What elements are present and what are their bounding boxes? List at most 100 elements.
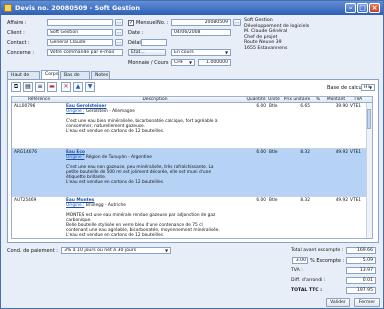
row-tva: VTE1 [350,198,362,203]
row-reference: AUT25469 [14,198,37,203]
tab-notes[interactable]: Notes [91,71,110,79]
mensuel-label: Mensuel [136,20,157,26]
description-line: L'eau est vendue en cartons de 12 boutei… [66,129,165,134]
tab-bas-de-page[interactable]: Bas de page [60,71,90,85]
row-unit: Btle [269,198,278,203]
base-calcul-select[interactable]: HT ▼ [361,84,375,91]
escompte-value: 5.09 [346,257,376,264]
total-ttc-label: TOTAL TTC : [291,288,323,293]
add-icon[interactable]: ≡ [35,82,45,92]
escompte-pct-field[interactable]: 3.00 [292,257,308,264]
tab-haut-de-page[interactable]: Haut de page [7,71,40,85]
monnaie-label: Monnaie / Cours : [128,60,172,66]
total-avant-label: Total avant escompte : [291,248,344,253]
table-row[interactable]: ALL00796 Eau Gerolsteiner Origine : Gero… [12,103,372,149]
delete-icon[interactable]: ▬ [47,82,57,92]
tab-corps[interactable]: Corps [41,70,59,79]
chevron-down-icon: ▼ [164,248,169,253]
row-description: Eau Gerolsteiner Origine : Gerolstein - … [66,104,244,134]
etat-select[interactable]: En cours ▼ [171,49,231,56]
date-field[interactable]: 04/06/2008 [171,29,231,36]
origin-value: Région de Tunuyán - Argentine [85,155,152,160]
row-quantity: 6.00 [256,104,266,109]
maximize-button[interactable]: □ [357,3,368,13]
row-reference: ARG14676 [14,150,37,155]
fermer-button[interactable]: Fermer [354,298,380,307]
grid-scroll-thumb[interactable] [367,109,371,129]
origin-value: Brixlegg - Autriche [85,203,126,208]
concerne-field[interactable]: Votre commande par e-mail [47,49,123,56]
etat-button[interactable]: Etat... [128,49,166,56]
devis-window: Devis no. 20080509 - Soft Gestion – □ × … [0,0,384,309]
duplicate-icon[interactable]: ⧉ [11,82,21,92]
description-line: L'eau est vendue en cartons de 12 boutei… [66,233,165,238]
row-description: Eau Montes Origine : Brixlegg - Autriche… [66,198,244,238]
minimize-button[interactable]: – [345,3,356,13]
row-quantity: 6.00 [256,198,266,203]
close-button[interactable]: × [369,3,380,13]
row-tva: VTE1 [350,104,362,109]
remove-icon[interactable]: ✕ [61,82,71,92]
affaire-lookup-button[interactable]: … [115,19,123,26]
contact-label: Contact : [7,40,30,46]
client-field[interactable]: Soft Gestion [47,29,113,36]
monnaie-select[interactable]: CHF ▼ [171,59,195,66]
row-price: 8.32 [300,150,310,155]
move-down-icon[interactable]: ▼ [85,82,95,92]
contact-field[interactable]: Général Claude [47,39,113,46]
tva-value: 13.97 [346,267,376,274]
row-quantity: 6.00 [256,150,266,155]
mensuel-checkbox[interactable]: ✓ [128,20,134,26]
address-button[interactable]: … [233,19,241,26]
valider-button[interactable]: Valider [326,298,350,307]
row-price: 8.32 [300,198,310,203]
diff-label: Diff. d'arrondi : [291,278,326,283]
row-reference: ALL00796 [14,104,36,109]
date-label: Date : [128,30,144,36]
payment-label: Cond. de paiement : [7,248,58,254]
client-label: Client : [7,30,25,36]
chevron-down-icon: ▼ [224,50,229,55]
diff-value: 0.01 [346,277,376,284]
client-lookup-button[interactable]: … [115,29,123,36]
affaire-field[interactable] [47,19,113,26]
row-tva: VTE1 [350,150,362,155]
contact-lookup-button[interactable]: … [115,39,123,46]
row-unit: Btle [269,104,278,109]
description-line: L'eau est vendue en cartons de 12 boutei… [66,180,165,185]
move-up-icon[interactable]: ▲ [73,82,83,92]
row-description: Eau Eco Origine : Région de Tunuyán - Ar… [66,150,244,185]
no-field[interactable]: 20080509 [171,19,231,26]
row-price: 6.65 [300,104,310,109]
window-title: Devis no. 20080509 - Soft Gestion [15,4,141,12]
title-bar: Devis no. 20080509 - Soft Gestion – □ × [1,1,383,15]
affaire-label: Affaire : [7,20,27,26]
row-amount: 49.92 [335,198,348,203]
row-amount: 39.90 [335,104,348,109]
table-row[interactable]: AUT25469 Eau Montes Origine : Brixlegg -… [12,197,372,238]
address-block: Soft Gestion Développement de logiciels … [244,18,374,51]
cours-field[interactable]: 1.000000 [198,59,231,66]
lines-grid[interactable]: Référence Description Quantité Unité Pri… [11,96,373,239]
concerne-label: Concerne : [7,50,35,56]
total-avant-value: 169.66 [346,247,376,254]
escompte-label: % Escompte : [310,258,345,264]
etat-value: En cours [174,50,194,55]
table-row[interactable]: ARG14676 Eau Eco Origine : Région de Tun… [12,149,372,197]
payment-select[interactable]: 3% à 10 jours ou net à 30 jours ▼ [61,247,171,254]
app-icon [4,4,12,12]
monnaie-value: CHF [174,60,184,65]
insert-icon[interactable]: ▤ [23,82,33,92]
origin-value: Gerolstein - Allemagne [85,109,135,114]
origin-label: Origine : [66,109,85,114]
delai-field[interactable] [141,39,167,46]
payment-value: 3% à 10 jours ou net à 30 jours [64,248,137,253]
total-ttc-value: 197.95 [346,287,376,294]
chevron-down-icon: ▼ [188,60,193,65]
address-line: 1655 Estavannens [244,45,288,51]
row-unit: Btle [269,150,278,155]
chevron-down-icon: ▼ [368,85,373,90]
origin-label: Origine : [66,155,85,160]
no-label: No. : [157,20,169,26]
origin-label: Origine : [66,203,85,208]
